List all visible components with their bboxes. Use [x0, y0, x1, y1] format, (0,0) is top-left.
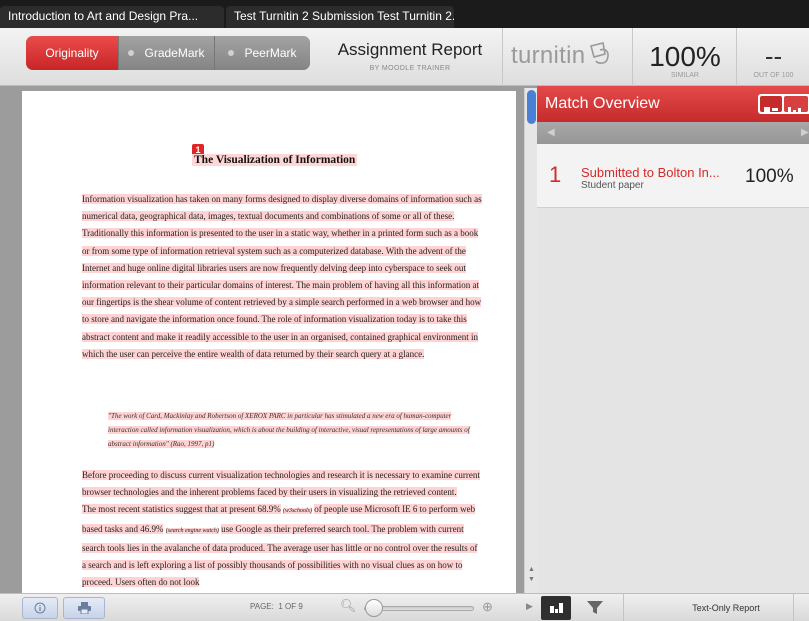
match-overview-button[interactable] — [541, 596, 571, 620]
document-title: The Visualization of Information — [192, 154, 358, 166]
print-icon — [77, 602, 91, 615]
mode-switcher: Originality GradeMark PeerMark — [26, 36, 310, 70]
peermark-indicator-icon — [228, 50, 235, 56]
document-page: 1 The Visualization of Information Infor… — [22, 91, 516, 593]
view-toggle — [758, 94, 809, 114]
bar-chart-icon — [788, 107, 801, 114]
originality-button[interactable]: Originality — [26, 36, 118, 70]
citation-note: (search engine watch) — [165, 527, 219, 534]
zoom-slider-thumb[interactable] — [365, 599, 383, 617]
document-scrollbar[interactable]: ▲ ▼ — [524, 88, 537, 593]
scroll-down-arrow-icon[interactable]: ▼ — [527, 576, 536, 584]
peermark-label: PeerMark — [244, 46, 297, 60]
highlighted-text[interactable]: "The work of Card, Mackinlay and Roberts… — [108, 412, 470, 448]
similarity-label: SIMILAR — [670, 72, 699, 79]
header-divider — [632, 28, 633, 86]
list-view-button[interactable] — [760, 96, 782, 112]
grademark-label: GradeMark — [144, 46, 205, 60]
next-match-arrow-icon[interactable]: ▶ — [801, 127, 809, 138]
browser-tab-submission[interactable]: Test Turnitin 2 Submission Test Turnitin… — [226, 6, 454, 28]
document-paragraph: Information visualization has taken on m… — [82, 191, 482, 363]
match-source[interactable]: Submitted to Bolton In... — [581, 165, 720, 180]
header-divider — [502, 28, 503, 86]
turnitin-logo-icon — [590, 42, 609, 64]
document-viewer: 1 The Visualization of Information Infor… — [0, 86, 537, 593]
citation-note: (w3schools) — [282, 508, 312, 515]
scrollbar-thumb[interactable] — [527, 90, 536, 124]
page-value: 1 OF 9 — [278, 602, 303, 611]
zoom-out-icon[interactable]: 🔍︎ — [340, 598, 357, 614]
page-indicator: PAGE: 1 OF 9 — [250, 602, 303, 611]
bar-chart-icon — [550, 603, 563, 613]
filter-icon[interactable] — [585, 599, 605, 617]
previous-match-arrow-icon[interactable]: ◀ — [547, 127, 555, 138]
match-navigation-bar: ◀ ▶ — [537, 122, 809, 144]
highlighted-text[interactable]: The most recent statistics suggest that … — [82, 504, 281, 515]
match-type: Student paper — [581, 180, 644, 191]
scroll-up-arrow-icon[interactable]: ▲ — [527, 566, 536, 574]
match-number: 1 — [549, 162, 562, 187]
list-view-icon — [764, 107, 778, 112]
toolbar-divider — [623, 594, 624, 621]
document-quote: "The work of Card, Mackinlay and Roberts… — [108, 409, 480, 451]
similarity-score[interactable]: 100% — [640, 41, 730, 73]
match-overview-panel: Match Overview ◀ ▶ 1 Submitted to Bolton… — [537, 86, 809, 593]
info-icon — [34, 602, 46, 614]
match-item[interactable]: 1 Submitted to Bolton In... Student pape… — [537, 144, 809, 208]
zoom-in-icon[interactable]: ⊕ — [482, 599, 493, 615]
document-toolbar: PAGE: 1 OF 9 🔍︎ ⊕ ▶ — [0, 593, 537, 621]
document-paragraph: Before proceeding to discuss current vis… — [82, 467, 482, 591]
browser-tab-course[interactable]: Introduction to Art and Design Pra... — [0, 6, 224, 28]
grademark-indicator-icon — [128, 50, 135, 56]
report-title: Assignment Report — [337, 40, 483, 59]
highlighted-text[interactable]: Before proceeding to discuss current vis… — [82, 470, 480, 498]
match-overview-header: Match Overview — [537, 86, 809, 122]
collapse-panel-arrow-icon[interactable]: ▶ — [526, 601, 533, 612]
grade-label: OUT OF 100 — [753, 72, 794, 79]
page-label: PAGE: — [250, 602, 274, 611]
side-toolbar: Text-Only Report — [537, 593, 809, 621]
report-header: Originality GradeMark PeerMark Assignmen… — [0, 28, 809, 86]
turnitin-logo: turnitin — [511, 42, 586, 69]
match-percent: 100% — [745, 166, 794, 187]
peermark-button[interactable]: PeerMark — [214, 36, 310, 70]
report-author: BY MOODLE TRAINER — [369, 65, 451, 72]
header-divider — [736, 28, 737, 86]
toolbar-divider — [793, 594, 794, 621]
highlighted-text[interactable]: Information visualization has taken on m… — [82, 194, 482, 359]
info-button[interactable] — [22, 597, 58, 619]
text-only-report-button[interactable]: Text-Only Report — [667, 603, 785, 613]
grade-value[interactable]: -- — [738, 41, 809, 72]
match-overview-title: Match Overview — [545, 95, 660, 112]
grademark-button[interactable]: GradeMark — [118, 36, 214, 70]
print-button[interactable] — [63, 597, 105, 619]
bar-view-button[interactable] — [784, 96, 808, 114]
browser-tab-strip: Introduction to Art and Design Pra... Te… — [0, 0, 809, 28]
